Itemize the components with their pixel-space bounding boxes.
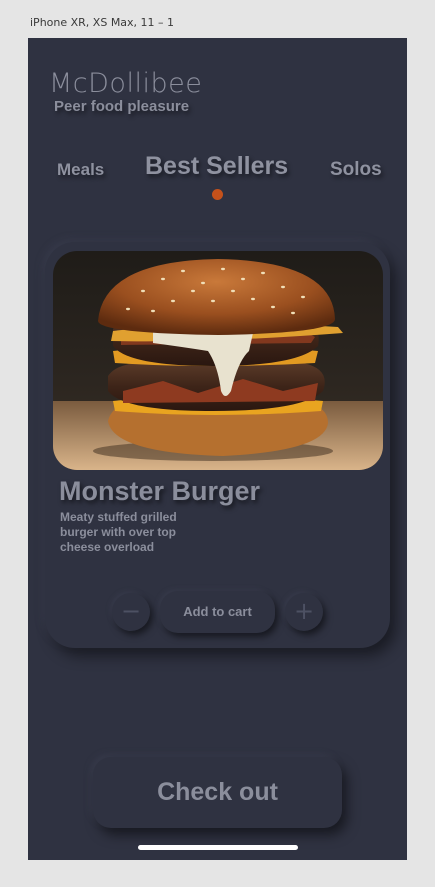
tab-best-sellers[interactable]: Best Sellers	[145, 152, 288, 181]
plus-icon: +	[293, 597, 315, 625]
app-subtitle: Peer food pleasure	[54, 98, 190, 115]
burger-photo	[53, 251, 383, 470]
increase-quantity-button[interactable]: +	[285, 593, 323, 631]
home-indicator[interactable]	[138, 845, 298, 850]
phone-screen: McDollibee Peer food pleasure Meals Best…	[28, 38, 407, 860]
minus-icon: −	[120, 597, 142, 625]
category-tabs: Meals Best Sellers Solos	[28, 150, 407, 210]
add-to-cart-button[interactable]: Add to cart	[160, 591, 275, 633]
artboard-label: iPhone XR, XS Max, 11 – 1	[30, 16, 175, 29]
decrease-quantity-button[interactable]: −	[112, 593, 150, 631]
product-card: Monster Burger Meaty stuffed grilled bur…	[45, 242, 390, 648]
product-name: Monster Burger	[59, 476, 261, 506]
tab-meals[interactable]: Meals	[57, 160, 104, 180]
checkout-button[interactable]: Check out	[93, 757, 342, 828]
active-tab-indicator	[212, 189, 223, 200]
product-description: Meaty stuffed grilled burger with over t…	[60, 510, 177, 554]
tab-solos[interactable]: Solos	[330, 159, 382, 181]
app-title: McDollibee	[49, 68, 203, 99]
